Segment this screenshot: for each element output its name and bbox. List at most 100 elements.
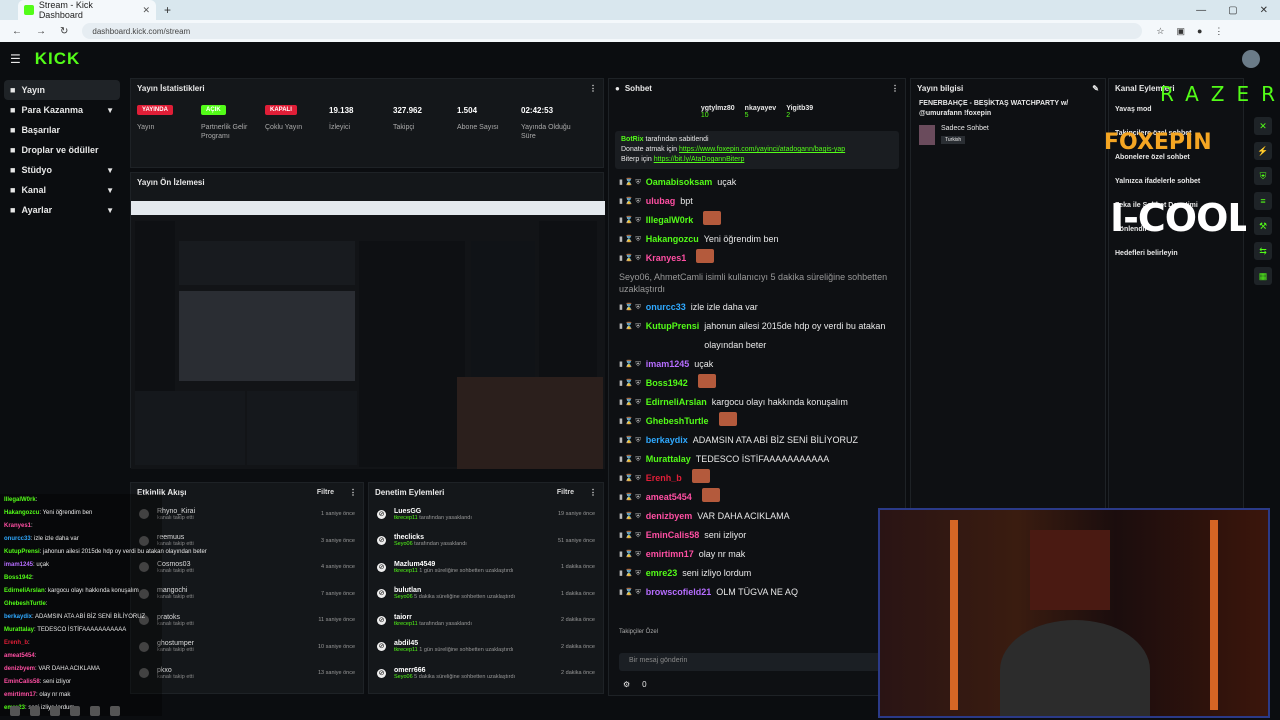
- mod-actions-icon[interactable]: ▮ ⌛ ⛨: [619, 412, 641, 431]
- chat-username[interactable]: ulubag: [646, 192, 676, 211]
- moderation-row[interactable]: ⊘ taiorr tkrecep11 tarafından yasaklandı 2 …: [369, 607, 603, 634]
- activity-row[interactable]: mangochi kanalı takip etti 7 saniye önce: [131, 581, 363, 608]
- browser-icon[interactable]: [50, 706, 60, 716]
- bolt-icon[interactable]: ⚡: [1254, 142, 1272, 160]
- chat-message[interactable]: ▮ ⌛ ⛨ KutupPrensi jahonun ailesi 2015de hd…: [609, 317, 905, 355]
- forward-icon[interactable]: →: [36, 26, 46, 37]
- more-options-icon[interactable]: ⋮: [589, 84, 597, 93]
- chat-username[interactable]: emre23: [646, 564, 678, 583]
- minimize-icon[interactable]: —: [1196, 5, 1206, 16]
- chat-message[interactable]: ▮ ⌛ ⛨ Murattalay TEDESCO İSTİFAAAAAAAAAAA: [609, 450, 905, 469]
- bookmark-star-icon[interactable]: ☆: [1156, 26, 1164, 37]
- chat-message[interactable]: ▮ ⌛ ⛨ Boss1942: [609, 374, 905, 393]
- mod-actions-icon[interactable]: ▮ ⌛ ⛨: [619, 192, 641, 211]
- chat-username[interactable]: browscofield21: [646, 583, 712, 602]
- chat-message[interactable]: ▮ ⌛ ⛨ IllegalW0rk: [609, 211, 905, 230]
- kick-logo[interactable]: KICK: [35, 49, 81, 69]
- mod-actions-icon[interactable]: ▮ ⌛ ⛨: [619, 173, 641, 192]
- activity-row[interactable]: pratoks kanalı takip etti 11 saniye önce: [131, 607, 363, 634]
- settings-icon[interactable]: ⚙: [623, 680, 630, 689]
- grid-icon[interactable]: ▦: [1254, 267, 1272, 285]
- activity-row[interactable]: ghostumper kanalı takip etti 10 saniye önc…: [131, 634, 363, 661]
- chat-message[interactable]: ▮ ⌛ ⛨ Kranyes1: [609, 249, 905, 268]
- chat-username[interactable]: emirtimn17: [646, 545, 694, 564]
- moderation-row[interactable]: ⊘ LuesGG tkrecep11 tarafından yasaklandı 19…: [369, 501, 603, 528]
- chat-message[interactable]: ▮ ⌛ ⛨ berkaydix ADAMSIN ATA ABİ BİZ SENİ B…: [609, 431, 905, 450]
- chat-username[interactable]: EminCalis58: [646, 526, 700, 545]
- sidebar-item-5[interactable]: ■ Kanal ▼: [4, 180, 120, 200]
- top-user[interactable]: ygtylmz80 10: [701, 105, 735, 119]
- toggle-icon[interactable]: ✕: [1254, 117, 1272, 135]
- mod-actions-icon[interactable]: ▮ ⌛ ⛨: [619, 355, 641, 374]
- chat-message[interactable]: ▮ ⌛ ⛨ EminCalis58 seni izliyor: [609, 526, 905, 545]
- back-icon[interactable]: ←: [12, 26, 22, 37]
- donate-link[interactable]: https://www.foxepin.com/yayinci/atadogan…: [679, 146, 845, 153]
- chat-username[interactable]: IllegalW0rk: [646, 211, 694, 230]
- moderation-row[interactable]: ⊘ theclicks Seyo06 tarafından yasaklandı 51…: [369, 528, 603, 555]
- new-tab-icon[interactable]: +: [164, 3, 171, 17]
- mod-actions-icon[interactable]: ▮ ⌛ ⛨: [619, 431, 641, 450]
- chat-message[interactable]: ▮ ⌛ ⛨ emirtimn17 olay nr mak: [609, 545, 905, 564]
- moderation-filter-button[interactable]: Filtre: [557, 489, 574, 496]
- sidebar-item-6[interactable]: ■ Ayarlar ▼: [4, 200, 120, 220]
- share-icon[interactable]: ⇆: [1254, 242, 1272, 260]
- mod-actions-icon[interactable]: ▮ ⌛ ⛨: [619, 249, 641, 268]
- profile-icon[interactable]: ●: [1197, 26, 1202, 37]
- sidebar-item-4[interactable]: ■ Stüdyo ▼: [4, 160, 120, 180]
- app-icon[interactable]: [110, 706, 120, 716]
- moderation-row[interactable]: ⊘ omerr666 Seyo06 5 dakika süreliğine sohb…: [369, 660, 603, 687]
- chat-message[interactable]: ▮ ⌛ ⛨ ameat5454: [609, 488, 905, 507]
- chat-message[interactable]: ▮ ⌛ ⛨ browscofield21 OLM TÜGVA NE AQ: [609, 583, 905, 602]
- window-close-icon[interactable]: ✕: [1260, 5, 1268, 16]
- chat-message[interactable]: ▮ ⌛ ⛨ imam1245 uçak: [609, 355, 905, 374]
- sidebar-item-0[interactable]: ■ Yayın: [4, 80, 120, 100]
- mod-actions-icon[interactable]: ▮ ⌛ ⛨: [619, 230, 641, 249]
- moderation-row[interactable]: ⊘ bulutlan Seyo06 5 dakika süreliğine sohb…: [369, 581, 603, 608]
- chat-message[interactable]: ▮ ⌛ ⛨ onurcc33 izle izle daha var: [609, 298, 905, 317]
- chat-username[interactable]: Boss1942: [646, 374, 688, 393]
- more-options-icon[interactable]: ⋮: [891, 84, 899, 93]
- mod-actions-icon[interactable]: ▮ ⌛ ⛨: [619, 393, 641, 412]
- mod-actions-icon[interactable]: ▮ ⌛ ⛨: [619, 545, 641, 564]
- list-icon[interactable]: ≡: [1254, 192, 1272, 210]
- mod-actions-icon[interactable]: ▮ ⌛ ⛨: [619, 298, 641, 317]
- browser-tab[interactable]: Stream - Kick Dashboard ✕: [18, 0, 156, 20]
- shield-icon[interactable]: ⛨: [1254, 167, 1272, 185]
- mod-actions-icon[interactable]: ▮ ⌛ ⛨: [619, 317, 641, 336]
- chat-username[interactable]: Kranyes1: [646, 249, 687, 268]
- mod-actions-icon[interactable]: ▮ ⌛ ⛨: [619, 374, 641, 393]
- mod-actions-icon[interactable]: ▮ ⌛ ⛨: [619, 564, 641, 583]
- mod-actions-icon[interactable]: ▮ ⌛ ⛨: [619, 450, 641, 469]
- chat-message[interactable]: ▮ ⌛ ⛨ Hakangozcu Yeni öğrendim ben: [609, 230, 905, 249]
- system-message[interactable]: Seyo06, AhmetCamli isimli kullanıcıyı 5 …: [609, 268, 905, 298]
- hamburger-menu-icon[interactable]: ☰: [10, 52, 21, 66]
- activity-row[interactable]: pkxo kanalı takip etti 13 saniye önce: [131, 660, 363, 687]
- moderation-row[interactable]: ⊘ Mazlum4549 tkrecep11 1 gün süreliğine so…: [369, 554, 603, 581]
- sidebar-item-2[interactable]: ■ Başarılar: [4, 120, 120, 140]
- chat-username[interactable]: denizbyem: [646, 507, 693, 526]
- chat-message[interactable]: ▮ ⌛ ⛨ denizbyem VAR DAHA ACIKLAMA: [609, 507, 905, 526]
- activity-row[interactable]: Rhyno_Kirai kanalı takip etti 1 saniye önc…: [131, 501, 363, 528]
- sidebar-item-3[interactable]: ■ Droplar ve ödüller: [4, 140, 120, 160]
- chat-message-list[interactable]: ▮ ⌛ ⛨ Oamabisoksam uçak ▮ ⌛ ⛨ ulubag bpt ▮ ⌛ ⛨…: [609, 173, 905, 602]
- avatar[interactable]: [1242, 50, 1260, 68]
- channel-action-item[interactable]: Yalnızca ifadelerle sohbet: [1109, 169, 1243, 193]
- mod-actions-icon[interactable]: ▮ ⌛ ⛨: [619, 488, 641, 507]
- mod-actions-icon[interactable]: ▮ ⌛ ⛨: [619, 507, 641, 526]
- start-icon[interactable]: [10, 706, 20, 716]
- edit-pencil-icon[interactable]: ✎: [1092, 84, 1099, 93]
- chat-input[interactable]: Bir mesaj gönderin: [619, 653, 889, 671]
- close-tab-icon[interactable]: ✕: [142, 5, 150, 16]
- chat-username[interactable]: imam1245: [646, 355, 690, 374]
- more-options-icon[interactable]: ⋮: [589, 488, 597, 497]
- app-icon[interactable]: [90, 706, 100, 716]
- chat-username[interactable]: Murattalay: [646, 450, 691, 469]
- chat-message[interactable]: ▮ ⌛ ⛨ GhebeshTurtle: [609, 412, 905, 431]
- stream-preview-video[interactable]: [131, 201, 605, 469]
- mod-actions-icon[interactable]: ▮ ⌛ ⛨: [619, 469, 641, 488]
- chat-username[interactable]: ameat5454: [646, 488, 692, 507]
- folder-icon[interactable]: [70, 706, 80, 716]
- chat-username[interactable]: GhebeshTurtle: [646, 412, 709, 431]
- more-options-icon[interactable]: ⋮: [349, 488, 357, 497]
- chat-username[interactable]: berkaydix: [646, 431, 688, 450]
